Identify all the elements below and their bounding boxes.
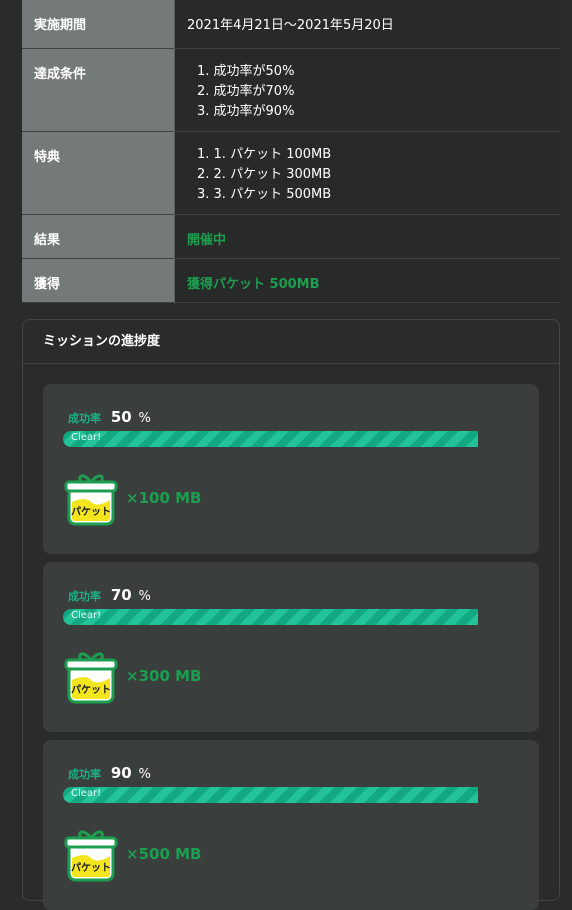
mission-card: 成功率 90 % Clear! パケット ×500 MB (43, 740, 539, 910)
mission-info-table: 実施期間 2021年4月21日～2021年5月20日 達成条件 1. 成功率が5… (22, 0, 560, 303)
rate-label: 成功率 (68, 412, 101, 425)
rate-value: 70 (110, 586, 132, 604)
mission-card: 成功率 50 % Clear! パケット ×100 MB (43, 384, 539, 554)
rate-unit: % (138, 411, 151, 426)
packet-gift-icon: パケット (63, 472, 119, 528)
table-row-period: 実施期間 2021年4月21日～2021年5月20日 (22, 0, 560, 49)
list-item: 3. 成功率が90% (197, 104, 295, 119)
clear-label: Clear! (71, 610, 102, 621)
list-item: 1. 成功率が50% (197, 64, 295, 79)
svg-text:パケット: パケット (71, 506, 111, 518)
benefits-list: 1. 1. パケット 100MB 2. 2. パケット 300MB 3. 3. … (187, 132, 560, 205)
period-value: 2021年4月21日～2021年5月20日 (187, 18, 394, 33)
packet-gift-icon: パケット (63, 828, 119, 884)
rate-label: 成功率 (68, 768, 101, 781)
benefits-label: 特典 (34, 150, 61, 165)
table-row-benefits: 特典 1. 1. パケット 100MB 2. 2. パケット 300MB 3. … (22, 131, 560, 215)
clear-label: Clear! (71, 432, 102, 443)
rate-value: 50 (110, 408, 132, 426)
earned-label: 獲得 (34, 277, 61, 292)
period-label: 実施期間 (34, 18, 87, 33)
list-item: 1. 1. パケット 100MB (197, 147, 332, 162)
rate-unit: % (138, 589, 151, 604)
panel-title: ミッションの進捗度 (23, 320, 559, 364)
table-row-result: 結果 開催中 (22, 214, 560, 259)
table-row-earned: 獲得 獲得パケット 500MB (22, 258, 560, 303)
table-row-conditions: 達成条件 1. 成功率が50% 2. 成功率が70% 3. 成功率が90% (22, 48, 560, 132)
reward-amount: ×500 MB (126, 845, 202, 863)
earned-value: 獲得パケット 500MB (187, 277, 320, 292)
list-item: 3. 3. パケット 500MB (197, 187, 332, 202)
conditions-list: 1. 成功率が50% 2. 成功率が70% 3. 成功率が90% (187, 49, 560, 122)
progress-bar: Clear! (63, 431, 478, 447)
list-item: 2. 2. パケット 300MB (197, 167, 332, 182)
svg-text:パケット: パケット (71, 862, 111, 874)
progress-bar: Clear! (63, 787, 478, 803)
svg-text:パケット: パケット (71, 684, 111, 696)
rate-value: 90 (110, 764, 132, 782)
list-item: 2. 成功率が70% (197, 84, 295, 99)
result-label: 結果 (34, 233, 61, 248)
result-value: 開催中 (187, 233, 227, 248)
reward-amount: ×100 MB (126, 489, 202, 507)
progress-bar: Clear! (63, 609, 478, 625)
packet-gift-icon: パケット (63, 650, 119, 706)
rate-label: 成功率 (68, 590, 101, 603)
mission-progress-panel: ミッションの進捗度 成功率 50 % Clear! パケット ×100 MB 成… (22, 319, 560, 910)
conditions-label: 達成条件 (34, 67, 87, 82)
mission-card: 成功率 70 % Clear! パケット ×300 MB (43, 562, 539, 732)
clear-label: Clear! (71, 788, 102, 799)
rate-unit: % (138, 767, 151, 782)
reward-amount: ×300 MB (126, 667, 202, 685)
